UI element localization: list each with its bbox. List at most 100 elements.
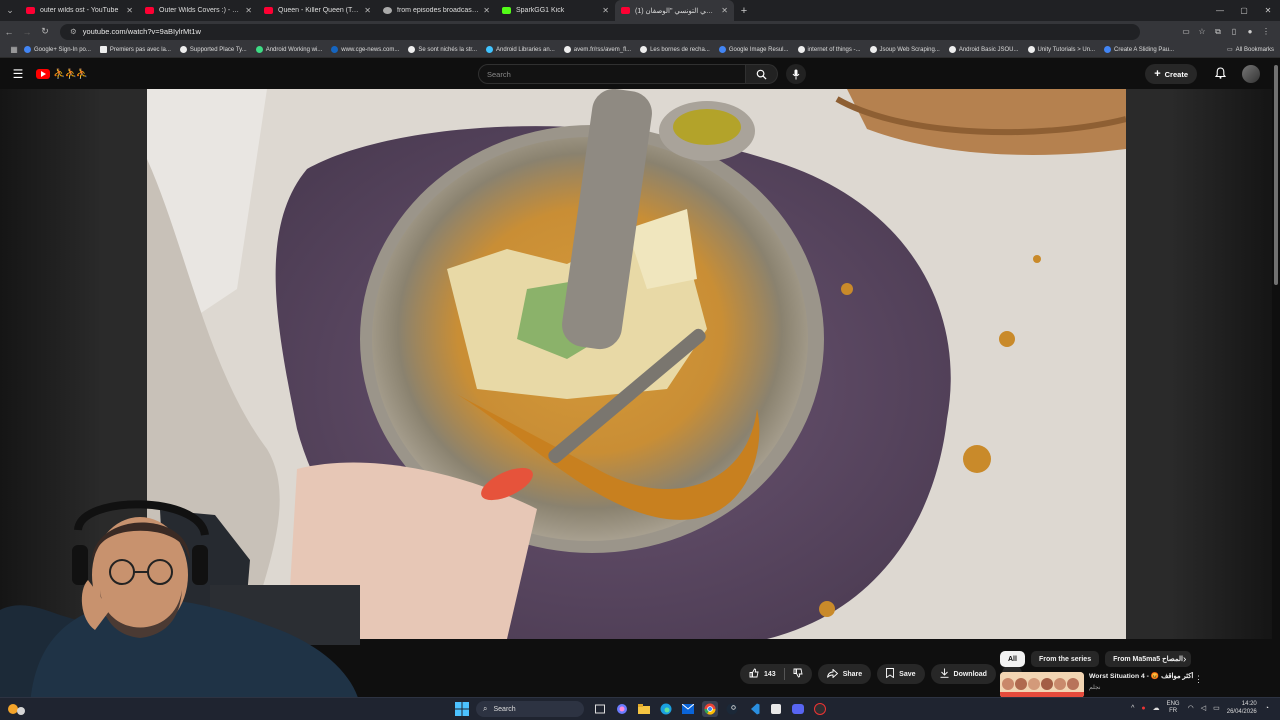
browser-tab[interactable]: Outer Wilds Covers :) - YouTube ✕ bbox=[139, 0, 258, 21]
battery-icon[interactable]: ▭ bbox=[1213, 704, 1220, 712]
video-thumbnail[interactable] bbox=[1000, 672, 1084, 698]
search-input[interactable]: Search bbox=[478, 64, 746, 84]
globe-icon bbox=[797, 46, 805, 53]
bookmark-item[interactable]: Jsoup Web Scraping... bbox=[869, 46, 940, 53]
chevron-up-icon[interactable]: ^ bbox=[1131, 705, 1134, 712]
profile-icon[interactable]: ● bbox=[1242, 27, 1258, 36]
voice-search-button[interactable] bbox=[786, 64, 806, 84]
bookmark-item[interactable]: Android Working wi... bbox=[255, 46, 322, 53]
wifi-icon[interactable]: ◠ bbox=[1188, 704, 1194, 712]
input-language[interactable]: ENG FR bbox=[1167, 701, 1180, 715]
bookmark-item[interactable]: internet of things -... bbox=[797, 46, 861, 53]
close-tab-icon[interactable]: ✕ bbox=[483, 6, 490, 15]
bookmark-item[interactable]: Unity Tutorials > Un... bbox=[1027, 46, 1095, 53]
close-window-icon[interactable]: ✕ bbox=[1256, 6, 1280, 15]
google-icon bbox=[24, 46, 31, 53]
steam-icon[interactable] bbox=[724, 701, 740, 717]
app-store-icon[interactable] bbox=[768, 701, 784, 717]
windows-start-icon[interactable] bbox=[455, 702, 469, 716]
globe-icon bbox=[1027, 46, 1035, 53]
bookmark-item[interactable]: Supported Place Ty... bbox=[179, 46, 247, 53]
thumbs-down-icon[interactable] bbox=[793, 668, 812, 680]
network-app-icon[interactable]: ● bbox=[1141, 705, 1145, 712]
bookmark-item[interactable]: Google Image Resul... bbox=[718, 46, 789, 53]
minimize-icon[interactable]: — bbox=[1208, 6, 1232, 15]
back-icon[interactable]: ← bbox=[0, 27, 18, 37]
bell-icon[interactable] bbox=[1214, 66, 1227, 82]
cast-icon[interactable]: ▭ bbox=[1178, 27, 1194, 36]
bookmark-item[interactable]: www.cge-news.com... bbox=[331, 46, 399, 53]
bookmark-star-icon[interactable]: ☆ bbox=[1194, 27, 1210, 36]
download-button[interactable]: Download bbox=[930, 664, 996, 684]
all-bookmarks-button[interactable]: ▭ All Bookmarks bbox=[1227, 46, 1274, 54]
download-icon bbox=[940, 668, 949, 680]
browser-tab[interactable]: from episodes broadcast schedule... ✕ bbox=[377, 0, 496, 21]
chip-from-series[interactable]: From the series bbox=[1030, 651, 1100, 667]
android-icon bbox=[255, 46, 263, 53]
chrome-menu-icon[interactable]: ⋮ bbox=[1258, 27, 1274, 36]
account-avatar[interactable] bbox=[1242, 65, 1260, 83]
share-button[interactable]: Share bbox=[817, 664, 872, 684]
bookmark-item[interactable]: Android Basic JSOU... bbox=[948, 46, 1019, 53]
bookmark-item[interactable]: avem.fr/rss/avem_fl... bbox=[563, 46, 631, 53]
forward-icon[interactable]: → bbox=[18, 27, 36, 37]
like-count[interactable]: 143 bbox=[764, 671, 776, 678]
bookmark-item[interactable]: Create A Sliding Pau... bbox=[1104, 46, 1174, 53]
thumbs-up-icon[interactable] bbox=[749, 668, 759, 680]
recommended-video[interactable]: Worst Situation 4 - 😡 أكثر مواقف نجلم bbox=[1000, 672, 1205, 698]
close-tab-icon[interactable]: ✕ bbox=[721, 6, 728, 15]
chip-from-channel[interactable]: From Ma5ma5 المصاح bbox=[1105, 651, 1191, 667]
chrome-icon[interactable] bbox=[702, 701, 718, 717]
apps-grid-icon[interactable]: ▦ bbox=[4, 45, 24, 54]
clock[interactable]: 14:20 26/04/2026 bbox=[1227, 700, 1257, 716]
bookmark-item[interactable]: Se sont nichés la str... bbox=[408, 46, 477, 53]
new-tab-icon[interactable]: + bbox=[734, 0, 754, 21]
close-tab-icon[interactable]: ✕ bbox=[245, 6, 252, 15]
chevron-right-icon[interactable]: › bbox=[1183, 654, 1186, 665]
close-tab-icon[interactable]: ✕ bbox=[126, 6, 133, 15]
recommended-video-channel[interactable]: نجلم bbox=[1089, 684, 1205, 691]
taskbar-search[interactable]: ⌕ Search bbox=[476, 701, 584, 717]
browser-tab[interactable]: outer wilds ost - YouTube ✕ bbox=[20, 0, 139, 21]
youtube-logo[interactable]: ⛹⛹⛹ bbox=[36, 69, 88, 80]
obs-icon[interactable] bbox=[812, 701, 828, 717]
browser-tab-active[interactable]: (1) كفتاجي التونسي "الوصفان" ✕ bbox=[615, 0, 734, 21]
close-tab-icon[interactable]: ✕ bbox=[364, 6, 371, 15]
url-field[interactable]: ⚙ youtube.com/watch?v=9aBIylrMt1w bbox=[60, 23, 1140, 40]
edge-icon[interactable] bbox=[658, 701, 674, 717]
bookmark-item[interactable]: Premiers pas avec la... bbox=[99, 46, 171, 53]
browser-tab[interactable]: Queen - Killer Queen (Top Of The Pops...… bbox=[258, 0, 377, 21]
weather-icon[interactable] bbox=[6, 702, 30, 716]
task-view-icon[interactable] bbox=[592, 701, 608, 717]
volume-icon[interactable]: ◁ bbox=[1201, 704, 1206, 712]
bookmark-item[interactable]: Google+ Sign-In po... bbox=[24, 46, 91, 53]
kebab-menu-icon[interactable]: ⋮ bbox=[1194, 674, 1203, 685]
create-button[interactable]: + Create bbox=[1145, 64, 1197, 84]
file-explorer-icon[interactable] bbox=[636, 701, 652, 717]
chip-all[interactable]: All bbox=[1000, 651, 1025, 667]
search-icon: ⌕ bbox=[483, 704, 488, 713]
notification-bell-icon[interactable]: ◔ bbox=[1265, 705, 1269, 712]
search-button[interactable] bbox=[746, 64, 778, 84]
recommended-video-title[interactable]: Worst Situation 4 - 😡 أكثر مواقف bbox=[1089, 672, 1205, 680]
save-button[interactable]: Save bbox=[877, 664, 925, 684]
discord-icon[interactable] bbox=[790, 701, 806, 717]
bookmark-item[interactable]: Les bornes de recha... bbox=[640, 46, 710, 53]
browser-tab[interactable]: SparkGG1 Kick ✕ bbox=[496, 0, 615, 21]
scrollbar-thumb[interactable] bbox=[1274, 65, 1278, 285]
copilot-icon[interactable] bbox=[614, 701, 630, 717]
site-info-icon[interactable]: ⚙ bbox=[70, 27, 77, 36]
cloud-icon[interactable]: ☁ bbox=[1153, 704, 1160, 712]
mail-icon[interactable] bbox=[680, 701, 696, 717]
reload-icon[interactable]: ↻ bbox=[36, 26, 54, 37]
bookmark-item[interactable]: Android Libraries an... bbox=[486, 46, 555, 53]
vscode-icon[interactable] bbox=[746, 701, 762, 717]
sidebar-icon[interactable]: ▯ bbox=[1226, 27, 1242, 36]
window-controls: — ▢ ✕ bbox=[1208, 0, 1280, 21]
close-tab-icon[interactable]: ✕ bbox=[602, 6, 609, 15]
menu-icon[interactable]: ☰ bbox=[0, 67, 36, 81]
tab-search-icon[interactable]: ⌄ bbox=[0, 0, 20, 21]
extensions-icon[interactable]: ⧉ bbox=[1210, 27, 1226, 37]
page-scrollbar[interactable] bbox=[1272, 59, 1280, 707]
maximize-icon[interactable]: ▢ bbox=[1232, 6, 1256, 15]
